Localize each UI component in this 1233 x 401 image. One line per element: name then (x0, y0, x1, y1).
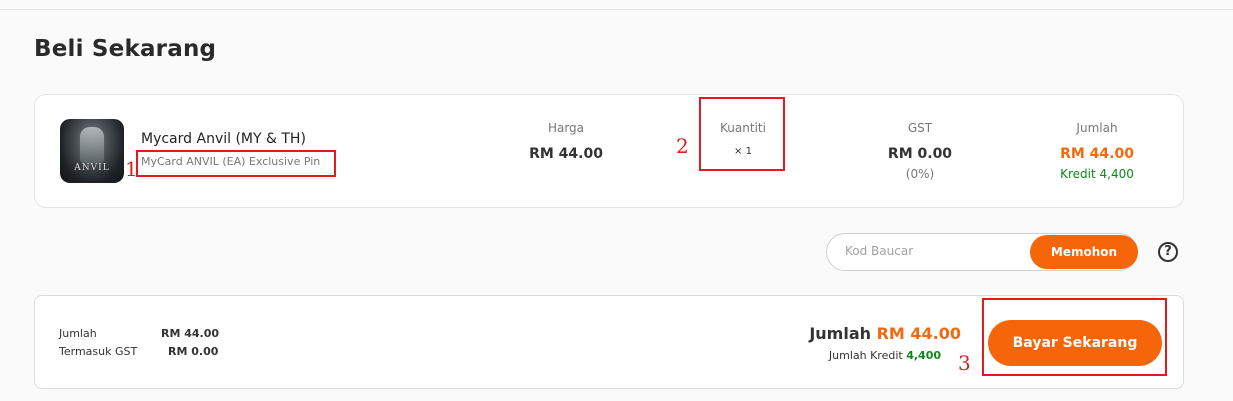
total-credit-value: 4,400 (906, 349, 941, 362)
total-value: RM 44.00 (1060, 146, 1134, 162)
annotation-number-1: 1 (125, 157, 138, 181)
gst-percent: (0%) (905, 167, 935, 181)
page-title: Beli Sekarang (34, 36, 217, 62)
summary-amount-value: RM 44.00 (161, 327, 220, 340)
total-credit: Jumlah Kredit 4,400 (829, 349, 941, 362)
top-divider (0, 9, 1233, 10)
thumbnail-logo-text: ANVIL (74, 163, 110, 173)
summary-amount-label: Jumlah (59, 327, 97, 340)
help-icon[interactable]: ? (1158, 242, 1178, 262)
annotation-number-2: 2 (676, 134, 689, 158)
grand-total-value: RM 44.00 (876, 324, 961, 343)
grand-total: Jumlah RM 44.00 (809, 324, 961, 343)
summary-gst-value: RM 0.00 (168, 345, 219, 358)
annotation-number-3: 3 (958, 351, 971, 375)
annotation-box-3 (982, 298, 1167, 376)
credit-value: Kredit 4,400 (1060, 167, 1134, 181)
total-credit-label: Jumlah Kredit (828, 349, 903, 362)
annotation-box-2 (699, 97, 785, 171)
total-label: Jumlah (1076, 121, 1118, 135)
price-value: RM 44.00 (529, 146, 603, 162)
gst-value: RM 0.00 (887, 146, 953, 162)
apply-voucher-button[interactable]: Memohon (1030, 235, 1138, 269)
grand-total-label: Jumlah (809, 324, 871, 343)
price-label: Harga (547, 121, 585, 135)
summary-gst-label: Termasuk GST (59, 345, 138, 358)
annotation-box-1 (136, 150, 336, 177)
product-name: Mycard Anvil (MY & TH) (141, 131, 306, 147)
gst-label: GST (907, 121, 933, 135)
thumbnail-figure (80, 127, 104, 163)
voucher-code-input[interactable] (843, 243, 1027, 259)
product-thumbnail: ANVIL (60, 119, 124, 183)
voucher-field: Memohon (826, 233, 1138, 271)
